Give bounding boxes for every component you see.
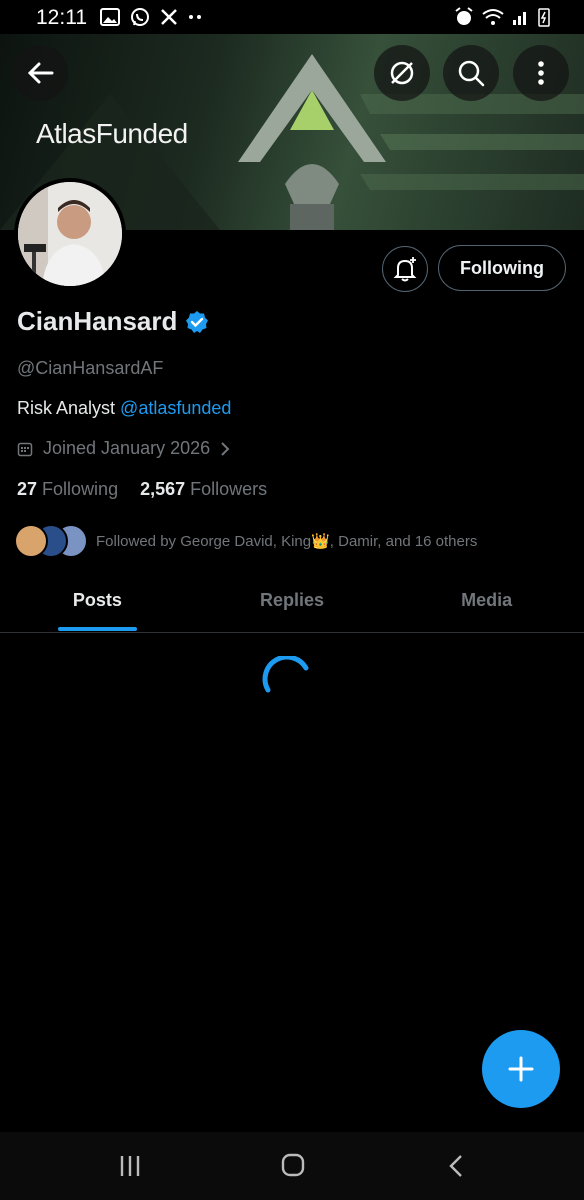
profile-handle: @CianHansardAF [17, 358, 164, 378]
following-count-link[interactable]: 27 Following [17, 479, 118, 500]
compose-post-button[interactable] [482, 1030, 560, 1108]
profile-avatar[interactable] [14, 178, 126, 290]
wifi-icon [482, 9, 504, 25]
followers-count-link[interactable]: 2,567 Followers [140, 479, 267, 500]
follower-avatar [14, 524, 48, 558]
follow-counts: 27 Following 2,567 Followers [17, 479, 267, 500]
more-dots-icon [189, 15, 201, 19]
tab-label: Replies [259, 590, 325, 610]
display-name: CianHansard [17, 306, 178, 336]
tab-label: Posts [72, 590, 122, 610]
grok-icon [390, 61, 414, 85]
back-arrow-icon [27, 62, 54, 84]
followers-label: Followers [190, 479, 268, 499]
banner-logo: AtlasFunded [36, 118, 188, 149]
joined-date: Joined January 2026 [43, 438, 211, 458]
tab-replies[interactable]: Replies [195, 578, 390, 632]
search-button[interactable] [443, 45, 499, 101]
status-left-icons [100, 7, 204, 27]
followed-by-text: Followed by George David, King👑, Damir, … [96, 533, 478, 550]
system-nav-bar [0, 1132, 584, 1200]
system-back-icon[interactable] [448, 1154, 464, 1178]
avatar-photo [18, 182, 122, 286]
profile-bio: Risk Analyst @atlasfunded [17, 398, 231, 419]
status-time: 12:11 [36, 6, 87, 29]
bell-add-icon [393, 257, 417, 282]
signal-icon [513, 12, 526, 25]
alarm-icon [455, 7, 473, 25]
chevron-right-icon [221, 441, 230, 456]
home-icon[interactable] [280, 1152, 306, 1178]
whatsapp-icon [131, 8, 149, 26]
tab-posts[interactable]: Posts [0, 578, 195, 632]
recent-apps-icon[interactable] [118, 1154, 142, 1178]
following-button[interactable]: Following [438, 245, 566, 291]
status-right-icons [454, 7, 550, 27]
active-tab-indicator [58, 627, 137, 631]
battery-charging-icon [538, 8, 550, 27]
loading-spinner-icon [262, 656, 309, 693]
plus-icon [508, 1056, 534, 1082]
x-logo-icon [161, 9, 177, 25]
followed-by-row[interactable]: Followed by George David, King👑, Damir, … [14, 524, 477, 558]
following-label: Following [42, 479, 119, 499]
bio-text: Risk Analyst [17, 398, 121, 418]
notifications-button[interactable] [382, 246, 428, 292]
tab-label: Media [461, 590, 513, 610]
joined-row[interactable]: Joined January 2026 [17, 438, 230, 459]
grok-button[interactable] [374, 45, 430, 101]
profile-name-row: CianHansard [17, 306, 209, 337]
search-icon [458, 60, 485, 87]
verified-badge-icon [186, 310, 209, 333]
following-count: 27 [17, 479, 38, 499]
more-button[interactable] [513, 45, 569, 101]
gallery-icon [100, 8, 120, 26]
profile-tabs: Posts Replies Media [0, 578, 584, 633]
bio-mention-link[interactable]: @atlasfunded [120, 398, 231, 418]
calendar-icon [17, 442, 33, 456]
back-button[interactable] [12, 45, 68, 101]
tab-media[interactable]: Media [389, 578, 584, 632]
followers-count: 2,567 [140, 479, 186, 499]
status-bar: 12:11 [0, 0, 584, 34]
more-vertical-icon [538, 61, 544, 85]
